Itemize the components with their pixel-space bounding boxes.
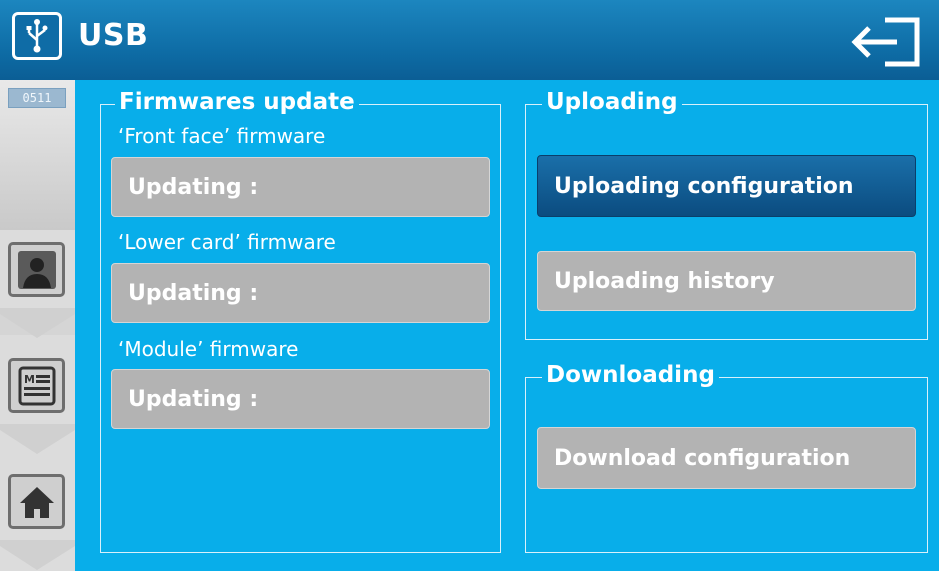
uploading-legend: Uploading xyxy=(542,87,682,117)
usb-icon[interactable] xyxy=(12,12,62,60)
upload-history-button[interactable]: Uploading history xyxy=(537,251,916,311)
chevron-down-icon xyxy=(0,424,75,454)
home-button[interactable] xyxy=(8,474,65,529)
title-bar: USB xyxy=(0,0,939,80)
counter-display: 0511 xyxy=(8,88,66,108)
chevron-down-icon xyxy=(0,540,75,570)
download-configuration-button[interactable]: Download configuration xyxy=(537,427,916,489)
downloading-legend: Downloading xyxy=(542,360,719,390)
lower-card-label: ‘Lower card’ firmware xyxy=(118,230,336,254)
page-title: USB xyxy=(78,18,149,53)
exit-icon[interactable] xyxy=(845,16,925,70)
lower-card-update-field[interactable]: Updating : xyxy=(111,263,490,323)
menu-icon: M xyxy=(18,366,55,405)
front-face-label: ‘Front face’ firmware xyxy=(118,124,326,148)
module-label: ‘Module’ firmware xyxy=(118,337,299,361)
upload-configuration-button[interactable]: Uploading configuration xyxy=(537,155,916,217)
svg-text:M: M xyxy=(24,373,35,386)
menu-button[interactable]: M xyxy=(8,358,65,413)
module-update-field[interactable]: Updating : xyxy=(111,369,490,429)
firmware-legend: Firmwares update xyxy=(115,87,359,117)
user-icon xyxy=(17,250,56,289)
chevron-down-icon xyxy=(0,308,75,338)
home-icon xyxy=(19,486,54,518)
profile-button[interactable] xyxy=(8,242,65,297)
front-face-update-field[interactable]: Updating : xyxy=(111,157,490,217)
